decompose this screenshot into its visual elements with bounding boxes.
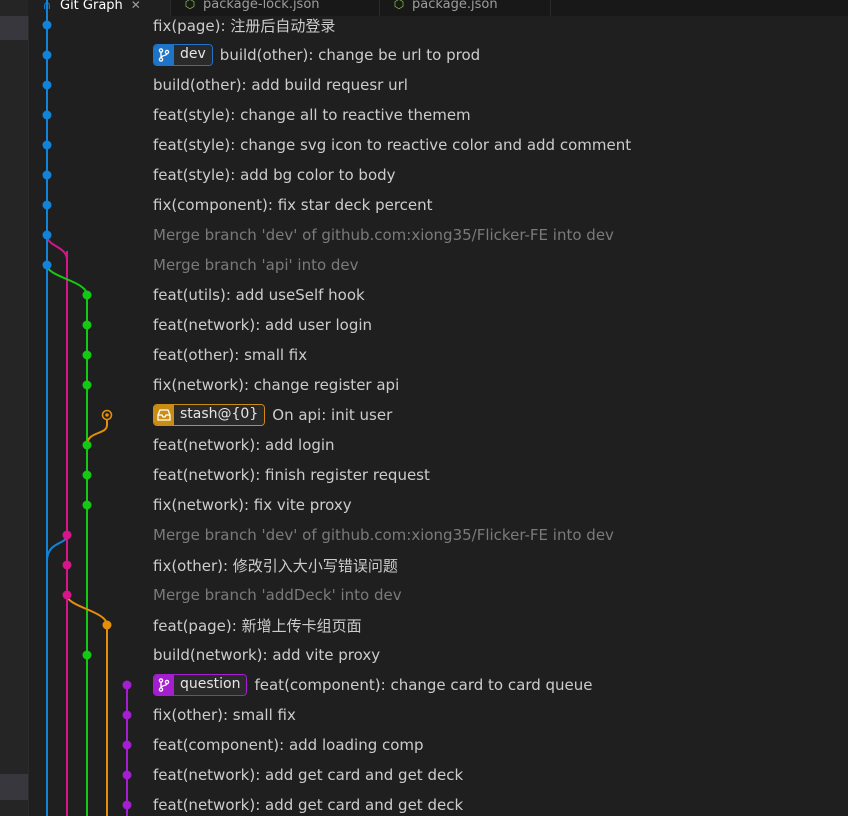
- commit-message: Merge branch 'api' into dev: [153, 256, 359, 274]
- commit-row[interactable]: feat(network): add login: [153, 430, 335, 460]
- branch-badge[interactable]: question: [153, 674, 248, 696]
- commit-message: feat(style): change svg icon to reactive…: [153, 136, 632, 154]
- commit-dot: [82, 320, 92, 330]
- merge-curve-magenta: [46, 234, 68, 261]
- commit-row[interactable]: feat(page): 新增上传卡组页面: [153, 610, 362, 640]
- commit-message: feat(style): add bg color to body: [153, 166, 396, 184]
- commit-dot: [82, 380, 92, 390]
- branch-icon: [154, 45, 174, 65]
- commit-message: feat(page): 新增上传卡组页面: [153, 616, 362, 635]
- tab-label: package.json: [412, 0, 498, 12]
- commit-message: fix(page): 注册后自动登录: [153, 16, 336, 35]
- commit-dot: [42, 230, 52, 240]
- commit-row[interactable]: feat(style): change all to reactive them…: [153, 100, 471, 130]
- commit-dot: [122, 770, 132, 780]
- commit-dot: [42, 200, 52, 210]
- commit-dot: [82, 440, 92, 450]
- branch-badge[interactable]: dev: [153, 44, 213, 66]
- commit-message: feat(other): small fix: [153, 346, 308, 364]
- commit-message: fix(other): small fix: [153, 706, 296, 724]
- commit-row[interactable]: feat(network): add user login: [153, 310, 372, 340]
- json-icon: ⬡: [393, 0, 405, 11]
- commit-message: feat(style): change all to reactive them…: [153, 106, 471, 124]
- commit-row[interactable]: Merge branch 'api' into dev: [153, 250, 359, 280]
- commit-message: fix(network): fix vite proxy: [153, 496, 352, 514]
- commit-dot: [62, 560, 72, 570]
- commit-row[interactable]: stash@{0} On api: init user: [153, 400, 392, 430]
- badge-label: question: [174, 675, 247, 695]
- commit-row[interactable]: question feat(component): change card to …: [153, 670, 593, 700]
- stash-badge[interactable]: stash@{0}: [153, 404, 266, 426]
- commit-message: build(other): add build requesr url: [153, 76, 408, 94]
- commit-message: feat(network): add get card and get deck: [153, 796, 464, 814]
- commit-message: feat(network): add get card and get deck: [153, 766, 464, 784]
- commit-row[interactable]: fix(page): 注册后自动登录: [153, 10, 335, 40]
- commit-dot: [82, 650, 92, 660]
- commit-row[interactable]: feat(style): change svg icon to reactive…: [153, 130, 631, 160]
- stash-curve-orange: [86, 415, 108, 446]
- commit-message: fix(component): fix star deck percent: [153, 196, 433, 214]
- commit-dot: [82, 290, 92, 300]
- git-graph-view: ⋔ Git Graph ✕ ⬡ package-lock.json ⬡ pack…: [0, 0, 848, 816]
- commit-row[interactable]: fix(network): change register api: [153, 370, 399, 400]
- commit-message: build(network): add vite proxy: [153, 646, 381, 664]
- commit-dot: [122, 710, 132, 720]
- commit-dot: [42, 140, 52, 150]
- commit-dot: [82, 500, 92, 510]
- commit-row[interactable]: feat(network): finish register request: [153, 460, 430, 490]
- commit-row[interactable]: feat(utils): add useSelf hook: [153, 280, 365, 310]
- commit-message: fix(other): 修改引入大小写错误问题: [153, 556, 398, 575]
- commit-message: On api: init user: [272, 406, 393, 424]
- commit-dot: [122, 800, 132, 810]
- commit-row[interactable]: fix(other): 修改引入大小写错误问题: [153, 550, 398, 580]
- commit-dot: [62, 590, 72, 600]
- commit-row[interactable]: feat(network): add get card and get deck: [153, 790, 463, 816]
- editor-tab-bar: ⋔ Git Graph ✕ ⬡ package-lock.json ⬡ pack…: [28, 0, 848, 16]
- badge-label: dev: [174, 45, 212, 65]
- commit-message: fix(network): change register api: [153, 376, 400, 394]
- commit-dot: [42, 50, 52, 60]
- commit-dot: [62, 530, 72, 540]
- commit-dot: [42, 260, 52, 270]
- commit-row[interactable]: Merge branch 'dev' of github.com:xiong35…: [153, 520, 614, 550]
- commit-row[interactable]: feat(other): small fix: [153, 340, 307, 370]
- commit-row[interactable]: feat(component): add loading comp: [153, 730, 424, 760]
- commit-row[interactable]: fix(other): small fix: [153, 700, 296, 730]
- badge-label: stash@{0}: [174, 405, 265, 425]
- commit-row[interactable]: fix(network): fix vite proxy: [153, 490, 352, 520]
- commit-dot: [42, 20, 52, 30]
- commit-dot: [42, 170, 52, 180]
- commit-message: feat(component): change card to card que…: [254, 676, 593, 694]
- commit-row[interactable]: dev build(other): change be url to prod: [153, 40, 480, 70]
- commit-message: feat(component): add loading comp: [153, 736, 424, 754]
- commit-dot: [42, 110, 52, 120]
- commit-message: feat(utils): add useSelf hook: [153, 286, 365, 304]
- commit-dot: [122, 740, 132, 750]
- merge-curve-blue: [46, 534, 68, 562]
- commit-dot: [82, 350, 92, 360]
- commit-dot: [122, 680, 132, 690]
- branch-icon: [154, 675, 174, 695]
- commit-message: feat(network): add login: [153, 436, 335, 454]
- commit-message: Merge branch 'dev' of github.com:xiong35…: [153, 526, 614, 544]
- commit-row[interactable]: build(network): add vite proxy: [153, 640, 380, 670]
- commit-message: Merge branch 'dev' of github.com:xiong35…: [153, 226, 614, 244]
- commit-dot: [102, 620, 112, 630]
- commit-message: Merge branch 'addDeck' into dev: [153, 586, 402, 604]
- commit-row[interactable]: fix(component): fix star deck percent: [153, 190, 433, 220]
- stash-commit-dot-inner: [105, 413, 109, 417]
- commit-row[interactable]: Merge branch 'dev' of github.com:xiong35…: [153, 220, 614, 250]
- commit-dot: [42, 80, 52, 90]
- commit-row[interactable]: Merge branch 'addDeck' into dev: [153, 580, 402, 610]
- commit-row[interactable]: feat(style): add bg color to body: [153, 160, 396, 190]
- stash-icon: [154, 405, 174, 425]
- commit-row[interactable]: feat(network): add get card and get deck: [153, 760, 463, 790]
- commit-message: feat(network): finish register request: [153, 466, 430, 484]
- commit-graph: [42, 0, 132, 816]
- commit-row[interactable]: build(other): add build requesr url: [153, 70, 408, 100]
- tab-package-json[interactable]: ⬡ package.json: [380, 0, 551, 16]
- commit-message: feat(network): add user login: [153, 316, 373, 334]
- commit-dot: [82, 470, 92, 480]
- commit-message: build(other): change be url to prod: [219, 46, 481, 64]
